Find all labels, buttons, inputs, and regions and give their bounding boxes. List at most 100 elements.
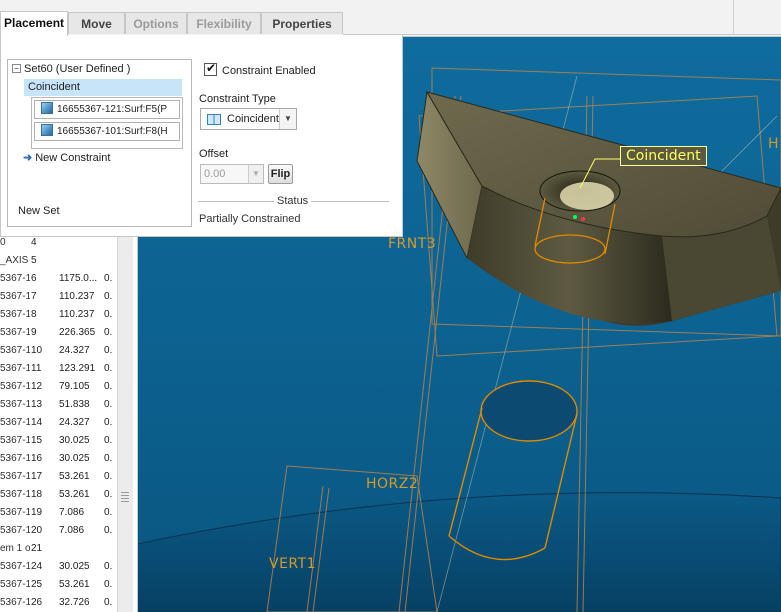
table-row[interactable]: 5367-1(11 123.291 0.	[0, 360, 118, 378]
new-constraint-label: New Constraint	[35, 152, 111, 164]
datum-label-horz2[interactable]: HORZ2	[366, 476, 418, 492]
tab-placement[interactable]: Placement	[0, 11, 68, 36]
table-cell: 7.086	[59, 507, 85, 518]
table-cell: 6	[31, 273, 37, 284]
constraint-type-select[interactable]: Coincident ▼	[200, 108, 297, 130]
table-cell: 0.	[104, 381, 113, 392]
chevron-down-icon[interactable]: ▼	[248, 165, 263, 183]
table-row[interactable]: _AXIS 5	[0, 252, 118, 270]
table-cell: 123.291	[59, 363, 96, 374]
table-cell: 0.	[104, 435, 113, 446]
table-cell: 0.	[104, 507, 113, 518]
table-cell: 17	[31, 471, 43, 482]
datum-label-vert1[interactable]: VERT1	[269, 556, 316, 572]
table-cell: 0.	[104, 597, 113, 608]
table-cell: 5367-1(	[0, 291, 30, 302]
scroll-grip-icon[interactable]	[121, 492, 129, 502]
references-list: 16655367-121:Surf:F5(P 16655367-101:Surf…	[31, 97, 183, 149]
table-row[interactable]: 5367-1(8 110.237 0.	[0, 306, 118, 324]
offset-input[interactable]: 0.00 ▼	[200, 164, 264, 184]
table-row[interactable]: 5367-1117 53.261 0.	[0, 468, 118, 486]
table-row[interactable]: 5367-1(13 51.838 0.	[0, 396, 118, 414]
new-set-link[interactable]: New Set	[18, 205, 60, 217]
table-cell: 11	[31, 363, 42, 374]
table-cell: 5	[31, 255, 37, 266]
tree-scrollbar[interactable]	[117, 236, 133, 612]
table-cell: 1175.0...	[59, 273, 98, 284]
table-cell: 25	[31, 579, 43, 590]
tab-strip-rule	[343, 34, 781, 35]
tab-flexibility[interactable]: Flexibility	[187, 12, 261, 34]
reference-item[interactable]: 16655367-101:Surf:F8(H	[34, 122, 180, 141]
table-cell: 4	[31, 237, 37, 248]
table-cell: 13	[31, 399, 43, 410]
table-cell: 79.105	[59, 381, 90, 392]
table-cell: 5367-11	[0, 489, 30, 500]
table-cell: 30.025	[59, 435, 90, 446]
table-cell: 30.025	[59, 453, 90, 464]
constraint-enabled-row[interactable]: Constraint Enabled	[204, 61, 316, 77]
table-cell: 14	[31, 417, 43, 428]
table-row[interactable]: 04	[0, 236, 118, 252]
datum-label-h[interactable]: H	[768, 136, 779, 152]
table-cell: 10	[31, 345, 43, 356]
table-cell: 0.	[104, 309, 113, 320]
constraint-item-coincident[interactable]: Coincident	[24, 79, 182, 96]
flip-button[interactable]: Flip	[268, 164, 293, 184]
table-row[interactable]: em 1 of21	[0, 540, 118, 558]
table-cell: 16	[31, 453, 43, 464]
table-row[interactable]: 5367-1126 32.726 0.	[0, 594, 118, 612]
new-constraint-link[interactable]: ➜ New Constraint	[23, 151, 110, 164]
model-tree-table: 04_AXIS55367-1(61175.0...0.5367-1(7110.2…	[0, 236, 138, 612]
constraint-type-value: Coincident	[227, 113, 279, 125]
table-cell: 0.	[104, 525, 113, 536]
offset-value: 0.00	[204, 168, 226, 180]
table-cell: 12	[31, 381, 43, 392]
table-row[interactable]: 5367-1115 30.025 0.	[0, 432, 118, 450]
table-row[interactable]: 5367-1(9 226.365 0.	[0, 324, 118, 342]
table-row[interactable]: 5367-1120 7.086 0.	[0, 522, 118, 540]
table-cell: 5367-1(	[0, 273, 30, 284]
table-row[interactable]: 5367-1(14 24.327 0.	[0, 414, 118, 432]
tab-options[interactable]: Options	[125, 12, 187, 34]
set-item[interactable]: − Set60 (User Defined )	[12, 63, 130, 75]
table-row[interactable]: 5367-1118 53.261 0.	[0, 486, 118, 504]
table-row[interactable]: 5367-1119 7.086 0.	[0, 504, 118, 522]
table-cell: 24.327	[59, 345, 90, 356]
constraint-enabled-checkbox[interactable]	[204, 61, 217, 76]
arrow-right-icon: ➜	[23, 152, 33, 164]
table-cell: 9	[31, 327, 37, 338]
set-title-label: Set60 (User Defined )	[24, 63, 131, 75]
table-cell: 0.	[104, 471, 113, 482]
table-row[interactable]: 5367-1(12 79.105 0.	[0, 378, 118, 396]
table-cell: 5367-11	[0, 597, 30, 608]
table-cell: 110.237	[59, 309, 95, 320]
table-cell: 0.	[104, 345, 113, 356]
table-cell: 21	[31, 543, 43, 554]
table-cell: 5367-11	[0, 579, 30, 590]
table-row[interactable]: 5367-1125 53.261 0.	[0, 576, 118, 594]
tab-properties[interactable]: Properties	[261, 12, 343, 34]
table-cell: 5367-1(	[0, 417, 30, 428]
chevron-down-icon[interactable]: ▼	[279, 109, 296, 129]
table-row[interactable]: 5367-1(7 110.237 0.	[0, 288, 118, 306]
table-row[interactable]: 5367-1(6 1175.0... 0.	[0, 270, 118, 288]
table-row[interactable]: 5367-1124 30.025 0.	[0, 558, 118, 576]
table-cell: 18	[31, 489, 43, 500]
tab-move[interactable]: Move	[68, 12, 125, 34]
surface-ref-icon	[41, 124, 53, 136]
collapse-icon[interactable]: −	[12, 64, 21, 73]
table-cell: 51.838	[59, 399, 90, 410]
table-cell: 0.	[104, 417, 113, 428]
table-row[interactable]: 5367-1(10 24.327 0.	[0, 342, 118, 360]
sets-list: − Set60 (User Defined ) Coincident 166553…	[7, 59, 192, 227]
datum-label-frnt3[interactable]: FRNT3	[388, 236, 436, 252]
table-row[interactable]: 5367-1116 30.025 0.	[0, 450, 118, 468]
coincident-callout[interactable]: Coincident	[620, 146, 707, 166]
reference-item[interactable]: 16655367-121:Surf:F5(P	[34, 100, 180, 119]
table-cell: 7.086	[59, 525, 85, 536]
table-cell: 8	[31, 309, 37, 320]
table-cell: 0.	[104, 291, 113, 302]
table-cell: 5367-1(	[0, 381, 30, 392]
status-heading: Status	[274, 195, 312, 207]
